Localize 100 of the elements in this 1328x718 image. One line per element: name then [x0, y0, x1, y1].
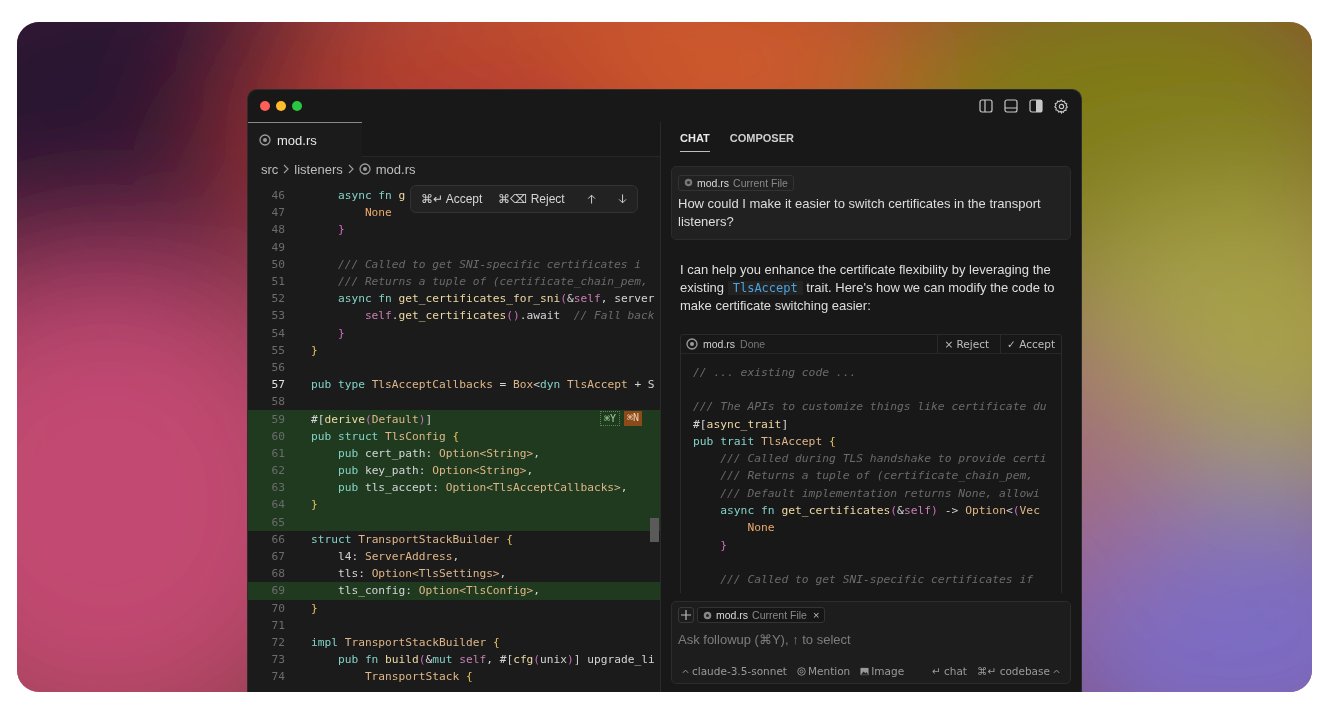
line-number: 62 [270, 464, 285, 478]
code-line: /// Called to get SNI-specific certificates if [719, 573, 1034, 587]
line-number: 71 [270, 618, 285, 632]
code-line: tls_config: Option<TlsConfig>, [336, 584, 541, 598]
code-status: Done [740, 337, 767, 350]
line-number: 52 [270, 292, 285, 306]
chip-note: Current File [733, 176, 788, 189]
line-number: 72 [270, 635, 285, 649]
code-line: /// Returns a tuple of (certificate_chain_pem, [719, 469, 1034, 483]
code-line: async fn get_certificates_for_sni(&self, server [336, 292, 655, 306]
line-number: 73 [270, 653, 285, 667]
model-picker[interactable]: claude-3.5-sonnet [681, 665, 787, 677]
reject-hunk-button[interactable]: ⌘N [623, 411, 642, 427]
chip-file-name: mod.rs [716, 609, 749, 621]
code-line: } [336, 223, 345, 237]
line-number: 53 [270, 309, 285, 323]
code-line: pub struct TlsConfig { [311, 429, 460, 443]
add-context-button[interactable] [678, 607, 694, 623]
code-line: } [311, 343, 318, 357]
line-number: 70 [270, 601, 285, 615]
codebase-submit-button[interactable]: ⌘↵ codebase [977, 665, 1061, 677]
code-line: } [311, 498, 318, 512]
code-line: self.get_certificates().await // Fall back [363, 309, 655, 323]
code-line: None [746, 521, 775, 535]
accept-button[interactable]: ⌘↵ Accept [421, 192, 483, 206]
image-button[interactable]: Image [860, 665, 905, 677]
settings-icon[interactable] [1054, 98, 1069, 114]
user-message: How could I make it easier to switch certificates in the transport listeners? [678, 195, 1042, 231]
code-line: } [719, 538, 727, 552]
breadcrumb-item[interactable]: src [261, 161, 279, 177]
assistant-message: I can help you enhance the certificate flexibility by leveraging the existing TlsAccept trait. Here's how we can modify the code to make certificate switching easier: [680, 261, 1056, 315]
plus-icon [681, 610, 691, 620]
code-line: /// Called during TLS handshake to provide certi [719, 452, 1047, 466]
zoom-button[interactable] [292, 101, 302, 111]
panel-tab[interactable]: COMPOSER [729, 132, 794, 151]
close-button[interactable] [260, 101, 270, 111]
line-number: 54 [270, 326, 285, 340]
accept-hunk-button[interactable]: ⌘Y [599, 411, 620, 427]
code-line: } [311, 601, 318, 615]
line-number: 46 [270, 189, 285, 203]
code-line: tls: Option<TlsSettings>, [336, 567, 507, 581]
scrollbar-thumb[interactable] [650, 518, 659, 542]
code-line: } [336, 326, 345, 340]
code-line: None [363, 206, 392, 220]
code-line: pub fn build(&mut self, #[cfg(unix)] upgrade_li [336, 653, 655, 667]
breadcrumb-item[interactable]: listeners [294, 161, 343, 177]
code-line: pub type TlsAcceptCallbacks = Box<dyn TlsAccept + S [311, 378, 655, 392]
line-number: 50 [270, 257, 285, 271]
line-number: 68 [270, 567, 285, 581]
file-chip[interactable]: mod.rs Current File × [697, 607, 826, 623]
panel-tab[interactable]: CHAT [680, 132, 710, 152]
line-number: 74 [270, 670, 285, 684]
left-sidebar-icon[interactable] [979, 99, 993, 113]
line-number: 65 [270, 515, 285, 529]
line-number: 63 [270, 481, 285, 495]
code-line: impl TransportStackBuilder { [311, 635, 500, 649]
code-line: /// Default implementation returns None, allowi [719, 486, 1040, 500]
arrow-up-icon[interactable] [586, 192, 596, 206]
line-number: 66 [270, 532, 285, 546]
reject-button[interactable]: ⌘⌫ Reject [498, 192, 565, 206]
code-line: async fn get_certificates(&self) -> Option<(Vec [719, 504, 1040, 517]
editor-tab[interactable]: mod.rs [248, 122, 362, 157]
line-number: 58 [270, 395, 285, 409]
remove-chip-button[interactable]: × [810, 609, 820, 621]
code-line: pub key_path: Option<String>, [336, 464, 534, 478]
chat-submit-button[interactable]: ↵ chat [931, 665, 967, 677]
code-line: TransportStack { [363, 670, 473, 684]
line-number: 69 [270, 584, 285, 598]
accept-button[interactable]: ✓ Accept [1000, 334, 1061, 353]
followup-input-box[interactable]: mod.rs Current File × Ask followup (⌘Y), ↑ to select claude-3.5-sonnet Mention Image ↵ chat ⌘↵ codebase [671, 601, 1071, 684]
line-number: 56 [270, 360, 285, 374]
line-number: 49 [270, 240, 285, 254]
line-number: 67 [270, 550, 285, 564]
chevron-right-icon [283, 164, 290, 174]
followup-input[interactable]: Ask followup (⌘Y), ↑ to select [678, 623, 1064, 649]
reject-button[interactable]: × Reject [937, 334, 996, 353]
code-line: pub cert_path: Option<String>, [336, 446, 541, 460]
breadcrumb-item[interactable]: mod.rs [375, 161, 416, 177]
code-line: /// Called to get SNI-specific certificates i [336, 257, 642, 271]
code-line: l4: ServerAddress, [336, 550, 460, 564]
code-line: #[async_trait] [693, 417, 789, 431]
mention-button[interactable]: Mention [796, 665, 851, 677]
line-number: 47 [270, 206, 285, 220]
arrow-down-icon[interactable] [617, 192, 627, 206]
minimize-button[interactable] [276, 101, 286, 111]
code-line: pub trait TlsAccept { [693, 434, 836, 448]
chevron-right-icon [347, 164, 354, 174]
code-line: /// Returns a tuple of (certificate_chain_pem, [336, 275, 648, 289]
code-line: // ... existing code ... [693, 365, 857, 379]
file-chip[interactable]: mod.rs Current File [678, 174, 794, 191]
bottom-panel-icon[interactable] [1004, 99, 1018, 113]
line-number: 64 [270, 498, 285, 512]
line-number: 61 [270, 446, 285, 460]
line-number: 48 [270, 223, 285, 237]
code-line: pub tls_accept: Option<TlsAcceptCallbacks>, [336, 481, 628, 495]
line-number: 59 [270, 412, 285, 426]
right-sidebar-icon[interactable] [1029, 99, 1043, 113]
code-line: /// The APIs to customize things like certificate du [693, 400, 1047, 414]
image-icon [860, 666, 870, 676]
code-file-name: mod.rs [703, 337, 736, 350]
